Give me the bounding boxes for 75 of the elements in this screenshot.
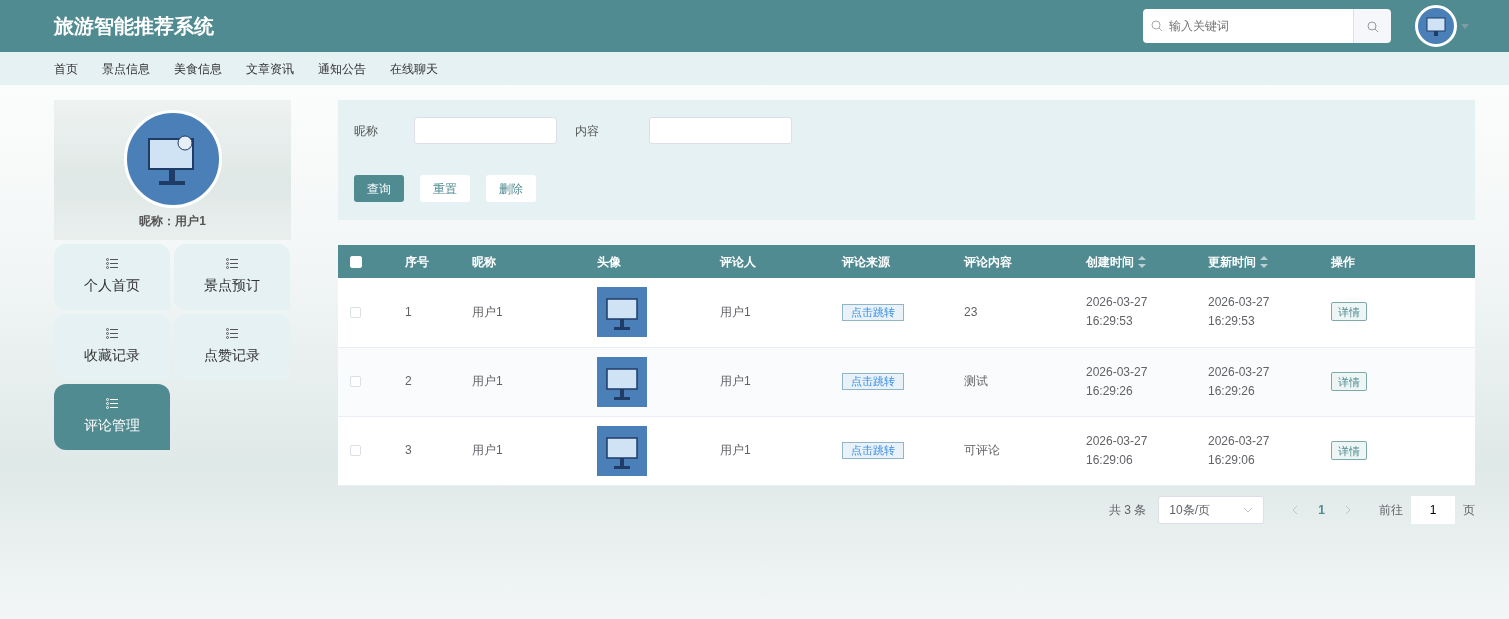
select-all-checkbox[interactable] (350, 256, 362, 269)
column-header: 评论来源 (842, 254, 890, 269)
column-header: 创建时间 (1086, 254, 1134, 269)
table-cell: 用户1 (472, 443, 503, 457)
thumbnail-drawing (597, 287, 647, 338)
date-cell-text: 2026-03-27 16:29:53 (1086, 294, 1149, 331)
list-icon (106, 328, 118, 339)
table-cell: 测试 (964, 374, 988, 388)
list-icon (226, 328, 238, 339)
list-icon (226, 258, 238, 269)
column-header: 序号 (405, 254, 429, 269)
page-input[interactable]: 1 (1411, 495, 1455, 524)
site-title: 旅游智能推荐系统 (54, 14, 214, 39)
sidebar-item[interactable]: 个人首页 (54, 244, 170, 310)
page-size-select[interactable]: 10条/页 (1158, 495, 1265, 524)
column-header: 头像 (597, 254, 621, 269)
table-cell: 3 (405, 443, 412, 457)
table-cell: 用户1 (720, 443, 751, 457)
sort-icon[interactable] (1138, 256, 1146, 269)
table-cell: 1 (405, 304, 412, 319)
filter-label: 昵称 (354, 122, 379, 140)
filter-button[interactable]: 删除 (486, 175, 536, 202)
date-cell-text: 2026-03-27 16:29:26 (1086, 363, 1149, 400)
table-cell: 2 (405, 374, 412, 388)
input-field[interactable] (649, 117, 792, 144)
row-checkbox[interactable] (350, 445, 361, 457)
row-checkbox[interactable] (350, 376, 361, 388)
column-header: 评论人 (720, 254, 756, 269)
thumbnail-drawing (597, 356, 647, 407)
list-icon (106, 258, 118, 269)
nickname-label: 昵称：用户1 (139, 213, 206, 230)
sort-icon[interactable] (1260, 256, 1268, 269)
date-cell-text: 2026-03-27 16:29:26 (1208, 363, 1271, 400)
search-icon (1366, 20, 1379, 33)
thumbnail-drawing (597, 425, 647, 476)
details-button[interactable]: 详情 (1331, 371, 1367, 391)
details-button[interactable]: 详情 (1331, 440, 1367, 460)
table-cell: 用户1 (472, 374, 503, 388)
date-cell-text: 2026-03-27 16:29:06 (1208, 432, 1271, 469)
table-cell: 23 (964, 304, 978, 319)
row-checkbox[interactable] (350, 307, 361, 319)
filter-label: 内容 (575, 122, 600, 140)
input-field[interactable] (414, 117, 557, 144)
total-count: 共 3 条 (1108, 501, 1147, 519)
sidebar-item[interactable]: 点赞记录 (174, 314, 290, 380)
search-button[interactable] (1353, 9, 1391, 43)
table-cell: 用户1 (720, 304, 751, 319)
nav-link-item[interactable]: 文章资讯 (246, 59, 294, 78)
date-cell-text: 2026-03-27 16:29:53 (1208, 294, 1271, 331)
chevron-down-icon (1243, 506, 1254, 513)
details-button[interactable]: 详情 (1331, 302, 1367, 322)
table-cell: 用户1 (720, 374, 751, 388)
list-icon (106, 398, 118, 409)
sidebar-item[interactable]: 景点预订 (174, 244, 290, 310)
column-header: 昵称 (472, 254, 496, 269)
nav-link-item[interactable]: 景点信息 (102, 59, 150, 78)
column-header: 操作 (1331, 254, 1355, 269)
search-field[interactable]: 输入关键词 (1143, 9, 1353, 43)
caret-icon[interactable] (1461, 23, 1469, 29)
filter-button[interactable]: 重置 (420, 175, 470, 202)
nav-link-item[interactable]: 美食信息 (174, 59, 222, 78)
table-cell: 可评论 (964, 443, 1000, 457)
table-cell: 用户1 (472, 304, 503, 319)
sidebar-item[interactable]: 收藏记录 (54, 314, 170, 380)
column-header: 评论内容 (964, 254, 1012, 269)
nav-link-item[interactable]: 在线聊天 (390, 59, 438, 78)
page-suffix: 页 (1463, 501, 1475, 519)
nav-link-item[interactable]: 首页 (54, 59, 78, 78)
sidebar-item[interactable]: 评论管理 (54, 384, 170, 450)
avatar-drawing[interactable] (1415, 5, 1457, 47)
filter-button[interactable]: 查询 (354, 175, 404, 202)
column-header: 更新时间 (1208, 254, 1256, 269)
nav-link-item[interactable]: 通知公告 (318, 59, 366, 78)
date-cell-text: 2026-03-27 16:29:06 (1086, 432, 1149, 469)
goto-label: 前往 (1379, 501, 1403, 519)
